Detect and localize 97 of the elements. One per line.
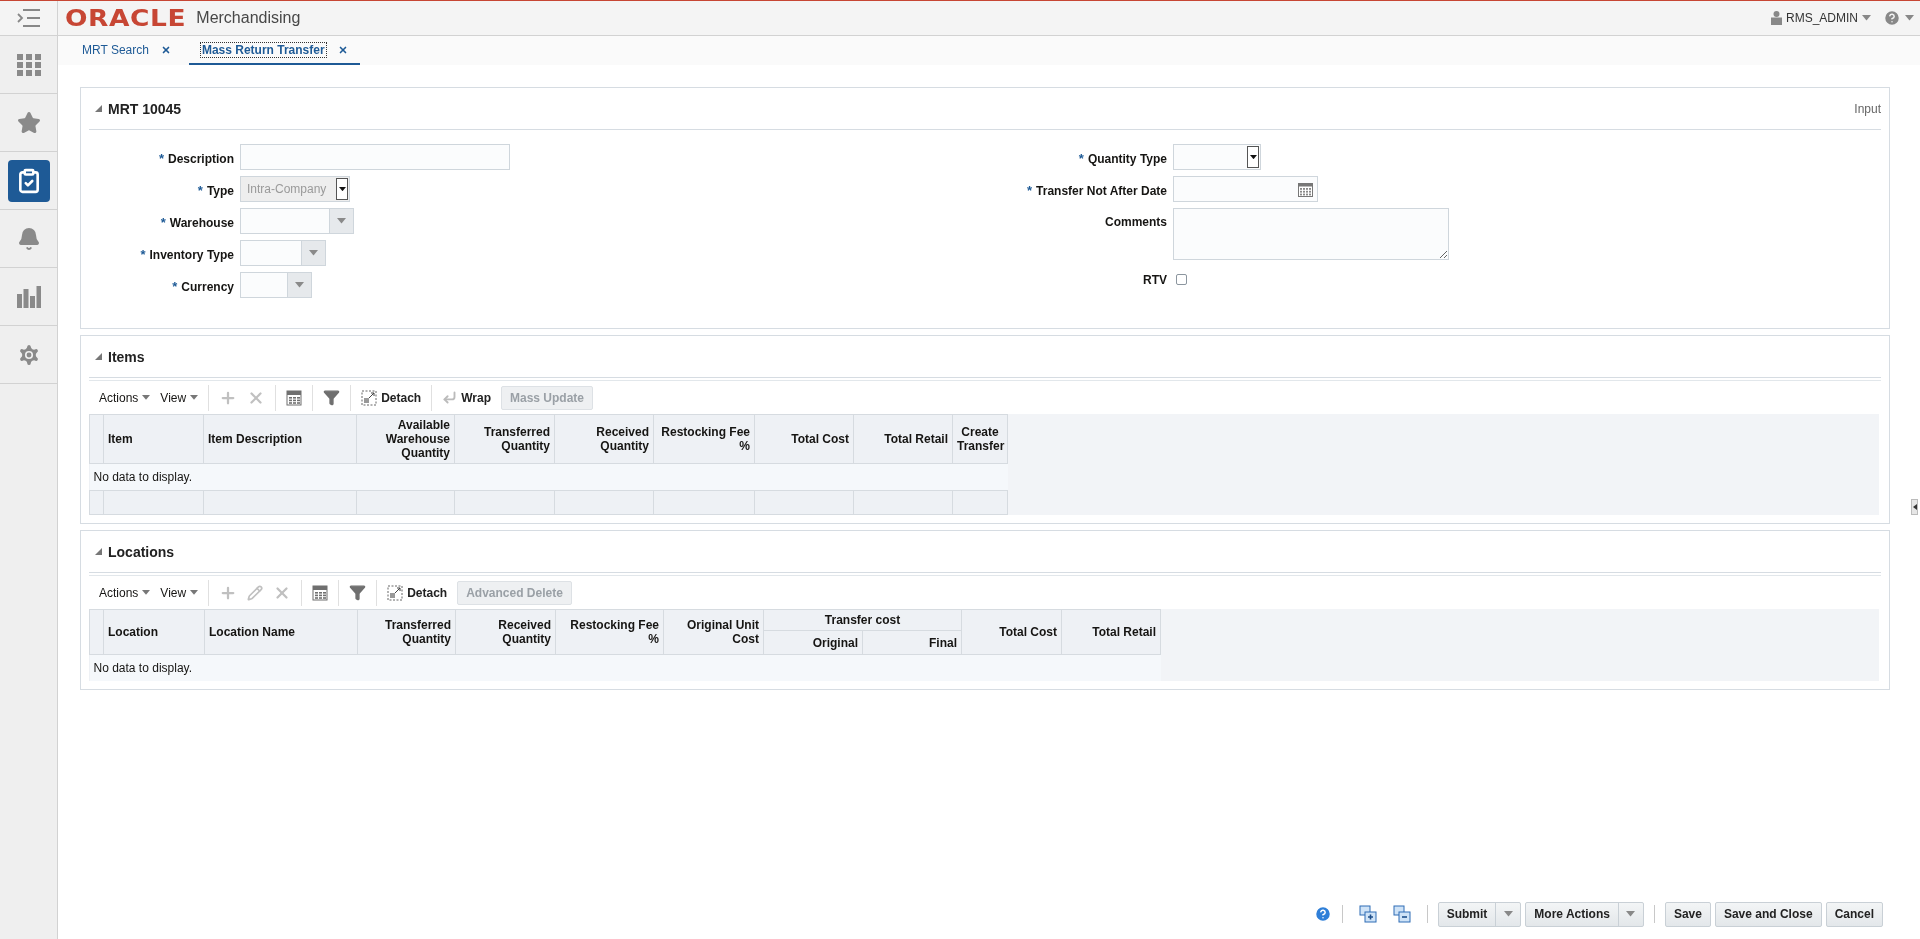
caret-icon (142, 395, 151, 400)
section-title: MRT 10045 (108, 100, 182, 117)
close-icon[interactable] (160, 44, 171, 55)
caret-icon (337, 218, 346, 224)
section-title: Locations (108, 543, 175, 560)
caret-icon (1626, 911, 1636, 917)
column-header[interactable]: Received Quantity (554, 414, 654, 464)
logo[interactable]: ORACLE (65, 5, 187, 31)
detach-icon (387, 584, 404, 601)
field-label: * Quantity Type (1078, 150, 1167, 168)
tab[interactable]: Mass Return Transfer (188, 36, 360, 65)
wrap-button[interactable]: Wrap (442, 390, 491, 405)
menu-button[interactable]: Actions (99, 585, 151, 600)
caret-icon (338, 186, 346, 192)
app-name: Merchandising (196, 9, 301, 27)
empty-message: No data to display. (93, 661, 192, 675)
column-header[interactable]: Original Unit Cost (663, 609, 764, 655)
field-label: * Type (197, 182, 234, 200)
caret-icon (190, 590, 199, 595)
menu-button[interactable]: View (160, 390, 199, 405)
spreadsheet-icon[interactable] (312, 584, 329, 601)
dropdown-field[interactable] (1173, 144, 1261, 170)
caret-icon (309, 250, 318, 256)
column-header[interactable]: Total Retail (853, 414, 953, 464)
field-label: * Description (158, 150, 234, 168)
user-menu[interactable]: RMS_ADMIN (1786, 11, 1858, 25)
menu-button[interactable]: View (160, 585, 199, 600)
column-header[interactable]: Create Transfer (952, 414, 1008, 464)
filter-icon[interactable] (349, 584, 367, 601)
calendar-icon[interactable] (1298, 181, 1313, 197)
comments-field[interactable] (1173, 208, 1449, 260)
checkbox[interactable] (1176, 274, 1187, 285)
action-button[interactable]: Save and Close (1714, 901, 1822, 927)
field-label: RTV (1143, 272, 1167, 289)
column-header[interactable]: Available Warehouse Quantity (356, 414, 455, 464)
mode-label: Input (1854, 101, 1881, 116)
star-icon[interactable] (16, 110, 41, 135)
combo-field[interactable] (240, 208, 354, 234)
column-header[interactable]: Original (763, 630, 863, 655)
collapse-triangle-icon[interactable] (95, 105, 102, 112)
close-icon[interactable] (337, 44, 348, 55)
apps-grid-icon[interactable] (16, 53, 41, 76)
field-label: * Warehouse (160, 214, 234, 232)
caret-icon (1862, 15, 1871, 21)
collapse-triangle-icon[interactable] (95, 353, 102, 360)
field-label: Comments (1105, 214, 1167, 231)
menu-icon[interactable] (16, 9, 41, 27)
detach-button[interactable]: Detach (387, 584, 448, 601)
dropdown-value: Intra-Company (247, 182, 327, 196)
detach-button[interactable]: Detach (361, 389, 422, 406)
help-icon[interactable] (1883, 9, 1901, 27)
caret-icon (295, 282, 304, 288)
column-header[interactable]: Restocking Fee % (555, 609, 664, 655)
empty-message: No data to display. (93, 470, 192, 484)
column-header[interactable]: Location Name (204, 609, 358, 655)
column-header[interactable]: Item Description (203, 414, 357, 464)
column-header[interactable]: Total Retail (1061, 609, 1161, 655)
column-header[interactable]: Total Cost (961, 609, 1062, 655)
column-header[interactable]: Restocking Fee % (653, 414, 755, 464)
action-button[interactable]: Save (1664, 901, 1711, 927)
panel-handle[interactable] (1911, 499, 1918, 515)
column-header[interactable]: Transferred Quantity (357, 609, 456, 655)
caret-icon (1503, 911, 1513, 917)
wrap-icon (442, 390, 458, 405)
combo-field[interactable] (240, 240, 326, 266)
caret-icon (1905, 15, 1914, 21)
column-header[interactable]: Received Quantity (455, 609, 556, 655)
spreadsheet-icon[interactable] (286, 389, 303, 406)
combo-field[interactable] (240, 272, 312, 298)
text-field[interactable] (240, 144, 510, 170)
caret-icon (142, 590, 151, 595)
split-button[interactable]: Submit (1437, 901, 1522, 927)
split-button[interactable]: More Actions (1525, 901, 1644, 927)
bar-chart-icon[interactable] (16, 285, 41, 308)
column-group-header: Transfer cost (763, 609, 962, 631)
column-header[interactable]: Location (103, 609, 205, 655)
collapse-all-icon[interactable] (1392, 905, 1411, 923)
field-label: * Transfer Not After Date (1027, 182, 1167, 200)
expand-all-icon[interactable] (1358, 905, 1377, 923)
field-label: * Inventory Type (140, 246, 234, 264)
action-button[interactable]: Cancel (1825, 901, 1883, 927)
nav-tile[interactable] (7, 159, 50, 202)
filter-icon[interactable] (323, 389, 341, 406)
column-header[interactable]: Transferred Quantity (454, 414, 555, 464)
caret-icon (190, 395, 199, 400)
user-icon[interactable] (1771, 11, 1782, 25)
field-label: * Currency (172, 278, 234, 296)
bell-icon[interactable] (16, 226, 41, 251)
menu-button[interactable]: Actions (99, 390, 151, 405)
section-title: Items (108, 348, 145, 365)
collapse-triangle-icon[interactable] (95, 548, 102, 555)
tab[interactable]: MRT Search (70, 36, 183, 65)
column-header[interactable]: Total Cost (754, 414, 854, 464)
date-field[interactable] (1173, 176, 1318, 202)
detach-icon (361, 389, 378, 406)
caret-icon (1249, 154, 1257, 160)
column-header[interactable]: Item (103, 414, 204, 464)
